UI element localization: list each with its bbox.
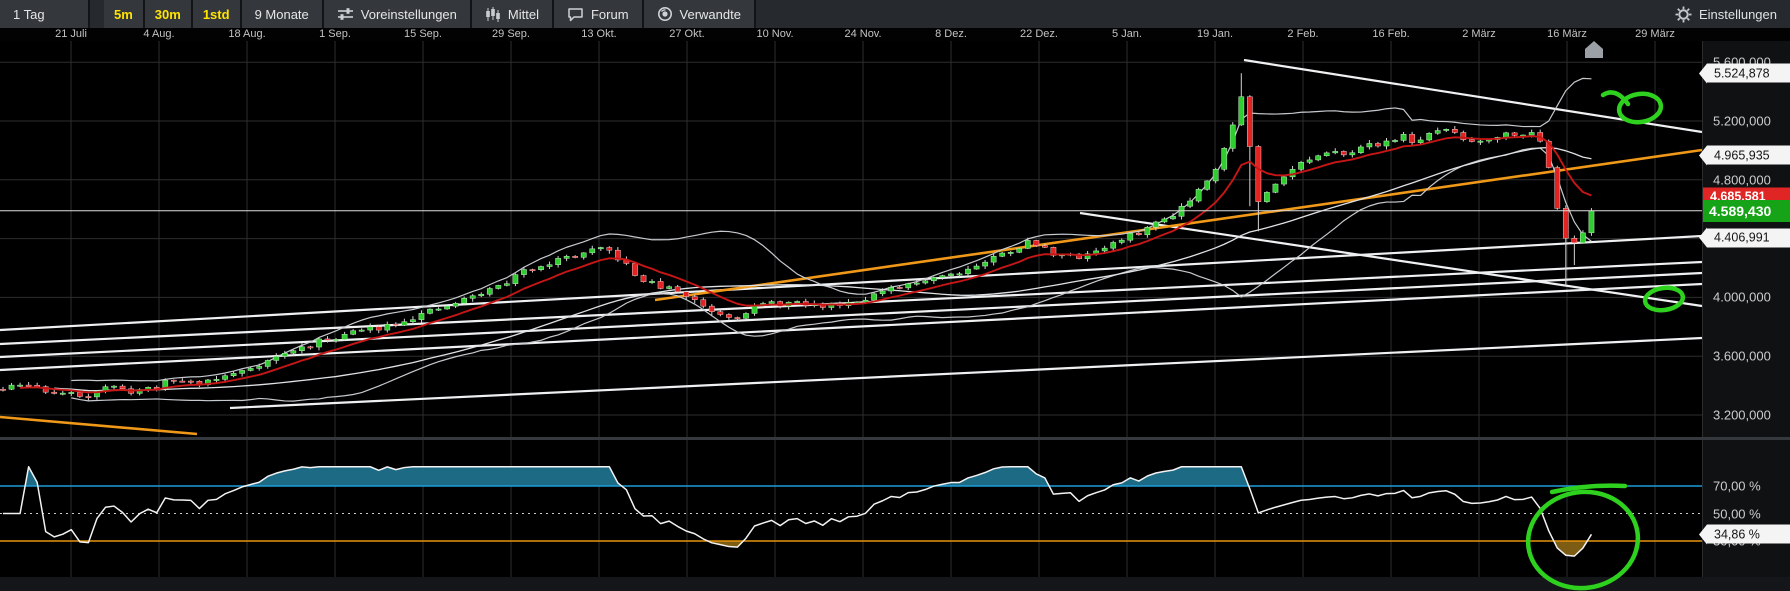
price-axis-label: 3.200,000 bbox=[1713, 407, 1771, 423]
date-label: 2 März bbox=[1462, 28, 1496, 40]
gear-icon bbox=[1675, 6, 1692, 23]
timeframe-30m-label: 30m bbox=[154, 6, 181, 22]
timeframe-5m-label: 5m bbox=[114, 6, 133, 22]
forum-button[interactable]: Forum bbox=[553, 0, 644, 28]
price-axis[interactable]: 5.524,878 4.965,935 4.685,581 4.589,430 … bbox=[1702, 40, 1790, 591]
price-axis-label: 4.000,000 bbox=[1713, 289, 1771, 305]
forum-label: Forum bbox=[590, 6, 629, 22]
timeframe-1tag-label: 1 Tag bbox=[13, 6, 45, 22]
rsi-axis-label: 50,00 % bbox=[1713, 506, 1761, 521]
date-label: 18 Aug. bbox=[228, 28, 266, 40]
verwandte-label: Verwandte bbox=[679, 6, 741, 22]
level-value-tag: 4.406,991 bbox=[1707, 228, 1790, 248]
date-axis[interactable]: 21 Juli 4 Aug. 18 Aug. 1 Sep. 15 Sep. 29 Sep.… bbox=[0, 28, 1790, 41]
date-label: 1 Sep. bbox=[319, 28, 351, 40]
range-9monate-button[interactable]: 9 Monate bbox=[241, 0, 324, 28]
price-axis-label: 3.600,000 bbox=[1713, 348, 1771, 364]
bottom-strip bbox=[0, 577, 1790, 591]
date-label: 10 Nov. bbox=[756, 28, 794, 40]
timeframe-1std-button[interactable]: 1std bbox=[192, 0, 242, 28]
timeframe-5m-button[interactable]: 5m bbox=[104, 0, 145, 28]
date-label: 22 Dez. bbox=[1020, 28, 1058, 40]
trendline-value-tag: 4.965,935 bbox=[1707, 145, 1790, 165]
date-label: 8 Dez. bbox=[935, 28, 967, 40]
last-price-tag: 4.589,430 bbox=[1703, 199, 1790, 222]
timeframe-1std-label: 1std bbox=[202, 6, 230, 22]
mittel-button[interactable]: Mittel bbox=[471, 0, 554, 28]
date-label: 16 März bbox=[1547, 28, 1587, 40]
date-label: 27 Okt. bbox=[669, 28, 705, 40]
timeframe-1tag-button[interactable]: 1 Tag bbox=[0, 0, 90, 28]
speech-bubble-icon bbox=[567, 7, 584, 22]
verwandte-button[interactable]: Verwandte bbox=[643, 0, 756, 28]
date-label: 13 Okt. bbox=[581, 28, 617, 40]
price-rsi-chart[interactable] bbox=[0, 0, 1790, 591]
date-label: 15 Sep. bbox=[404, 28, 442, 40]
timeframe-30m-button[interactable]: 30m bbox=[144, 0, 193, 28]
price-axis-label: 5.200,000 bbox=[1713, 113, 1771, 129]
candles-icon bbox=[485, 6, 501, 22]
date-label: 2 Feb. bbox=[1287, 28, 1319, 40]
voreinstellungen-label: Voreinstellungen bbox=[360, 6, 457, 22]
panel-separator[interactable] bbox=[0, 437, 1790, 440]
sliders-icon bbox=[337, 7, 354, 21]
period-high-tag: 5.524,878 bbox=[1707, 63, 1790, 83]
date-label: 21 Juli bbox=[55, 28, 87, 40]
rsi-axis-label: 70,00 % bbox=[1713, 478, 1761, 494]
voreinstellungen-button[interactable]: Voreinstellungen bbox=[323, 0, 472, 28]
einstellungen-button[interactable]: Einstellungen bbox=[1662, 0, 1790, 28]
einstellungen-label: Einstellungen bbox=[1698, 6, 1777, 22]
date-label: 24 Nov. bbox=[844, 28, 882, 40]
chart-toolbar: 1 Tag 5m 30m 1std 9 Monate Voreinstellun… bbox=[0, 0, 1790, 28]
date-label: 29 Sep. bbox=[492, 28, 530, 40]
date-label: 16 Feb. bbox=[1372, 28, 1410, 40]
date-label: 19 Jan. bbox=[1196, 28, 1234, 40]
rsi-value-tag: 34,86 % bbox=[1707, 524, 1790, 544]
date-label: 5 Jan. bbox=[1112, 28, 1142, 40]
eye-icon bbox=[657, 6, 673, 22]
date-label: 29 März bbox=[1635, 28, 1675, 40]
mittel-label: Mittel bbox=[507, 6, 539, 22]
date-label: 4 Aug. bbox=[143, 28, 175, 40]
price-axis-label: 4.800,000 bbox=[1713, 172, 1771, 188]
range-9monate-label: 9 Monate bbox=[254, 6, 309, 22]
